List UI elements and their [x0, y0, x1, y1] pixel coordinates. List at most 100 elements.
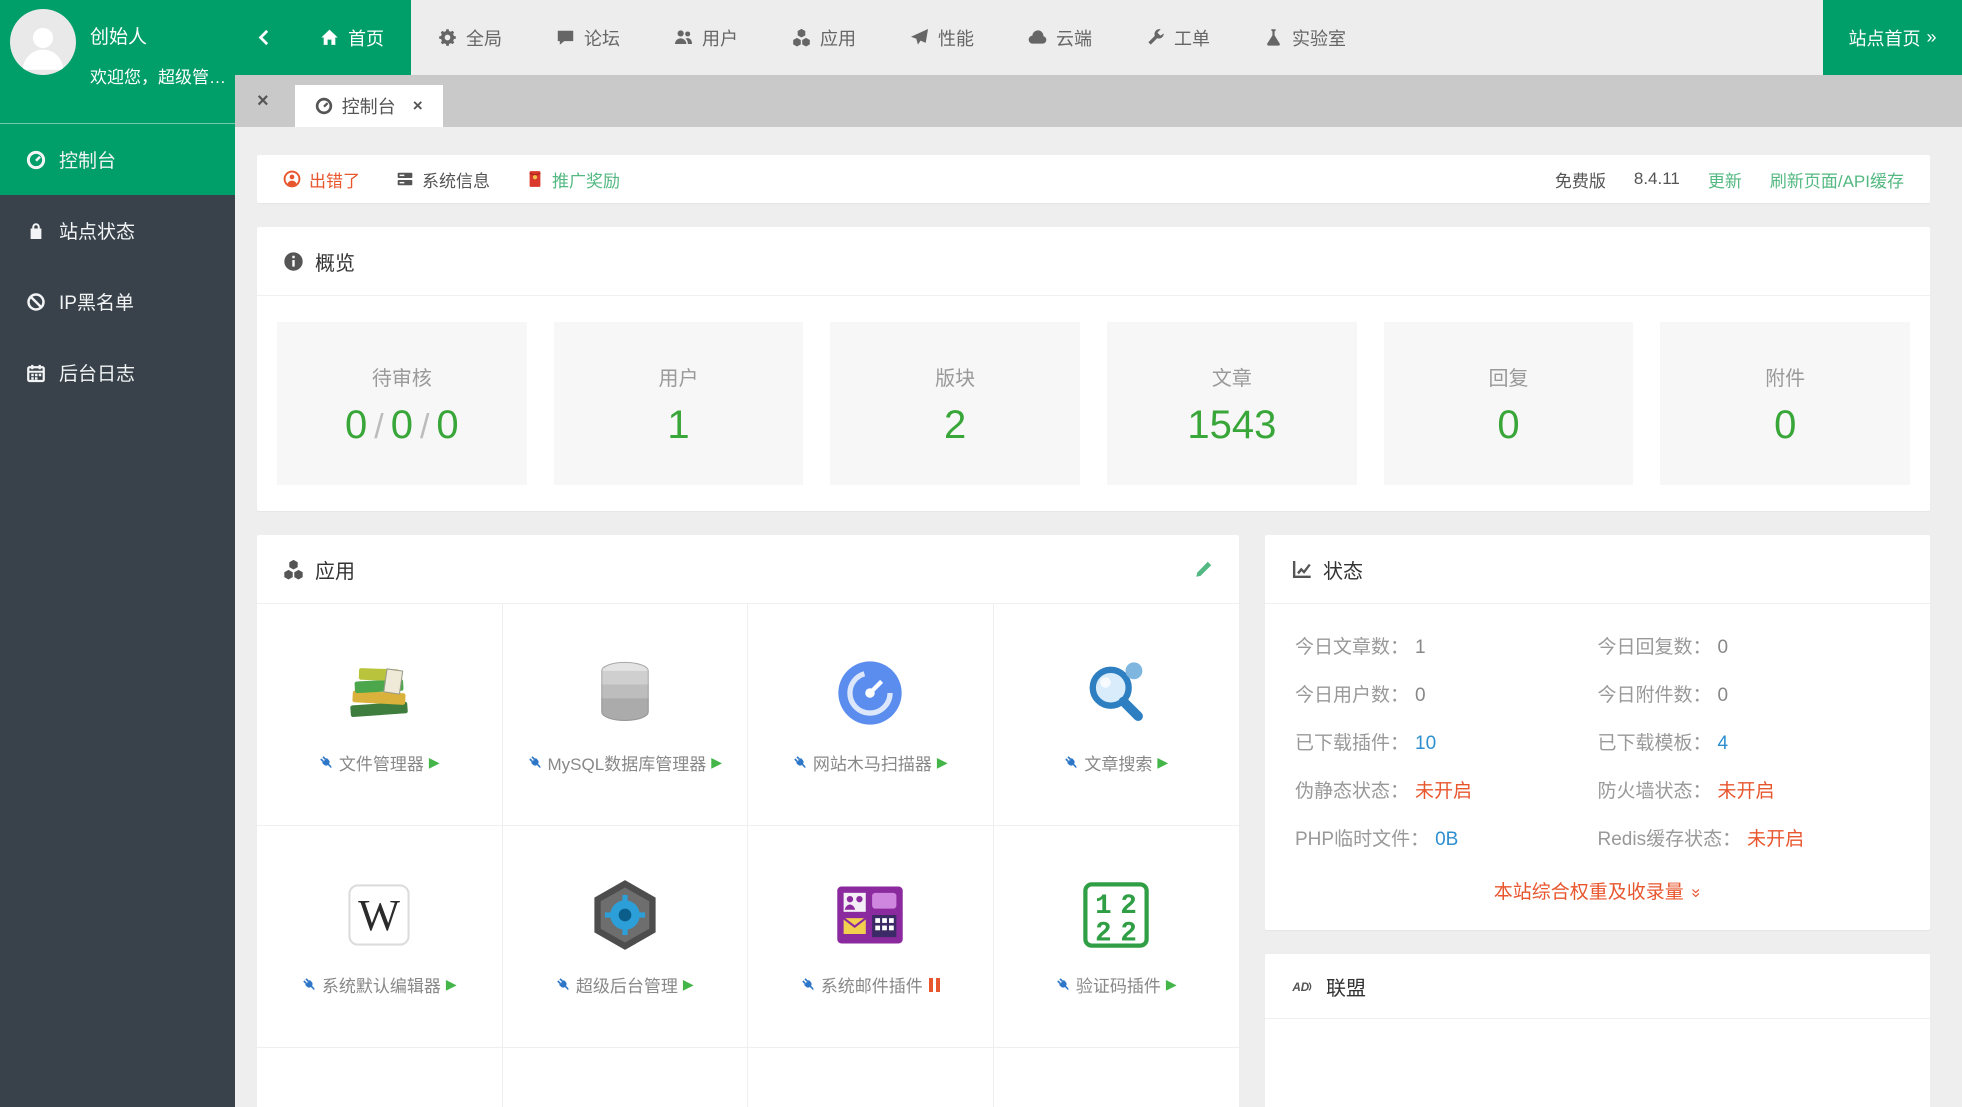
nav-item-label: 性能	[938, 25, 974, 51]
sidebar-item-后台日志[interactable]: 后台日志	[0, 337, 235, 408]
app-tile-文章搜索[interactable]: 文章搜索▶	[994, 604, 1240, 826]
chevron-left-icon	[256, 29, 273, 46]
app-name: 系统默认编辑器	[322, 972, 441, 997]
pause-icon[interactable]	[929, 978, 940, 992]
card-label: 待审核	[372, 362, 432, 391]
overview-card-附件: 附件0	[1660, 322, 1910, 485]
app-tile-MySQL数据库管理器[interactable]: MySQL数据库管理器▶	[503, 604, 749, 826]
play-icon[interactable]: ▶	[1157, 754, 1168, 771]
ban-icon	[26, 292, 46, 312]
nav-item-label: 工单	[1174, 25, 1210, 51]
card-label: 回复	[1489, 362, 1529, 391]
sidebar: 创始人 欢迎您，超级管… 控制台站点状态 IP黑名单后台日志	[0, 0, 235, 1107]
red-envelope-icon	[526, 170, 544, 188]
nav-item-性能[interactable]: 性能	[883, 0, 1001, 75]
sidebar-item-控制台[interactable]: 控制台	[0, 124, 235, 195]
top-navigation: 首页全局论坛用户应用 性能 云端 工单 实验室 站点首页 »	[235, 0, 1962, 75]
app-tile-超级后台管理[interactable]: 超级后台管理▶	[503, 826, 749, 1048]
toolbar-link-系统信息[interactable]: 系统信息	[396, 167, 490, 192]
plug-icon	[1064, 755, 1080, 771]
app-name: 系统邮件插件	[821, 972, 923, 997]
play-icon[interactable]: ▶	[1166, 976, 1177, 993]
sidebar-item-站点状态[interactable]: 站点状态	[0, 195, 235, 266]
sidebar-item-IP黑名单[interactable]: IP黑名单	[0, 266, 235, 337]
close-all-tabs-button[interactable]: ×	[247, 90, 279, 113]
calendar-icon	[26, 363, 46, 383]
plug-icon	[1056, 977, 1072, 993]
card-value-part: 0	[391, 403, 413, 447]
app-tile-partial[interactable]	[257, 1048, 503, 1107]
app-tile-partial[interactable]: 简	[503, 1048, 749, 1107]
cubes-icon	[283, 559, 304, 580]
status-value[interactable]: 4	[1718, 733, 1729, 755]
card-value: 0	[1497, 405, 1519, 445]
toolbar-link-出错了[interactable]: 出错了	[283, 167, 360, 192]
nav-item-全局[interactable]: 全局	[411, 0, 529, 75]
close-tab-icon[interactable]: ×	[413, 96, 423, 116]
seo-rank-link[interactable]: 本站综合权重及收录量»	[1265, 857, 1930, 930]
topbar-spacer	[1373, 0, 1823, 75]
dashboard-icon	[315, 97, 333, 115]
plug-icon	[801, 977, 817, 993]
ad-icon: AD	[1291, 978, 1315, 995]
toolbar-right-刷新页面/API缓存[interactable]: 刷新页面/API缓存	[1770, 167, 1904, 192]
app-tile-网站木马扫描器[interactable]: 网站木马扫描器 ▶	[748, 604, 994, 826]
sidebar-item-label: 站点状态	[59, 217, 135, 244]
play-icon[interactable]: ▶	[937, 754, 948, 771]
card-label: 文章	[1212, 362, 1252, 391]
app-name: 网站木马扫描器	[813, 750, 932, 775]
svg-text:2: 2	[1121, 891, 1137, 922]
status-label: 今日回复数：	[1598, 632, 1712, 659]
trojan-scanner-icon	[831, 654, 909, 732]
flask-icon	[1264, 28, 1283, 47]
app-tile-验证码插件[interactable]: 1222验证码插件▶	[994, 826, 1240, 1048]
server-icon	[396, 170, 414, 188]
status-label: PHP临时文件：	[1295, 824, 1429, 851]
plug-icon	[793, 755, 809, 771]
toolbar-right-更新[interactable]: 更新	[1708, 167, 1742, 192]
nav-item-工单[interactable]: 工单	[1119, 0, 1237, 75]
nav-item-论坛[interactable]: 论坛	[529, 0, 647, 75]
tab-bar: × 控制台 ×	[235, 75, 1962, 127]
status-label: 今日附件数：	[1598, 680, 1712, 707]
app-tile-partial[interactable]	[748, 1048, 994, 1107]
status-label: 已下载插件：	[1295, 728, 1409, 755]
status-value: 未开启	[1747, 824, 1804, 851]
app-tile-系统默认编辑器[interactable]: W系统默认编辑器▶	[257, 826, 503, 1048]
paper-plane-icon	[910, 28, 929, 47]
status-row-今日附件数: 今日附件数：0	[1598, 680, 1901, 707]
svg-text:1: 1	[1095, 891, 1111, 922]
status-value[interactable]: 10	[1415, 733, 1436, 755]
nav-item-首页[interactable]: 首页	[293, 0, 411, 75]
nav-item-实验室[interactable]: 实验室	[1237, 0, 1373, 75]
app-tile-partial[interactable]	[994, 1048, 1240, 1107]
status-value[interactable]: 0B	[1435, 829, 1458, 851]
captcha-icon: 1222	[1077, 876, 1155, 954]
app-tile-文件管理器[interactable]: 文件管理器 ▶	[257, 604, 503, 826]
collapse-sidebar-button[interactable]	[235, 0, 293, 75]
status-row-今日文章数: 今日文章数：1	[1295, 632, 1598, 659]
card-value: 1	[667, 405, 689, 445]
app-name: 文件管理器	[339, 750, 424, 775]
status-label: 今日用户数：	[1295, 680, 1409, 707]
play-icon[interactable]: ▶	[429, 754, 440, 771]
site-home-button[interactable]: 站点首页 »	[1823, 0, 1962, 75]
nav-item-用户[interactable]: 用户	[647, 0, 765, 75]
play-icon[interactable]: ▶	[711, 754, 722, 771]
double-chevron-down-icon: »	[1687, 888, 1707, 897]
edit-apps-button[interactable]	[1194, 560, 1213, 579]
overview-title: 概览	[315, 247, 355, 276]
play-icon[interactable]: ▶	[446, 976, 457, 993]
plug-icon	[319, 755, 335, 771]
play-icon[interactable]: ▶	[683, 976, 694, 993]
app-tile-系统邮件插件[interactable]: 系统邮件插件	[748, 826, 994, 1048]
tab-dashboard[interactable]: 控制台 ×	[295, 85, 443, 127]
nav-item-应用[interactable]: 应用	[765, 0, 883, 75]
nav-item-云端[interactable]: 云端	[1001, 0, 1119, 75]
toolbar-right: 免费版8.4.11更新刷新页面/API缓存	[1555, 167, 1904, 192]
lock-icon	[26, 221, 46, 241]
toolbar-link-推广奖励[interactable]: 推广奖励	[526, 167, 620, 192]
svg-text:AD: AD	[1291, 980, 1309, 993]
user-panel[interactable]: 创始人 欢迎您，超级管…	[0, 0, 235, 124]
sidebar-item-label: IP黑名单	[59, 288, 134, 315]
